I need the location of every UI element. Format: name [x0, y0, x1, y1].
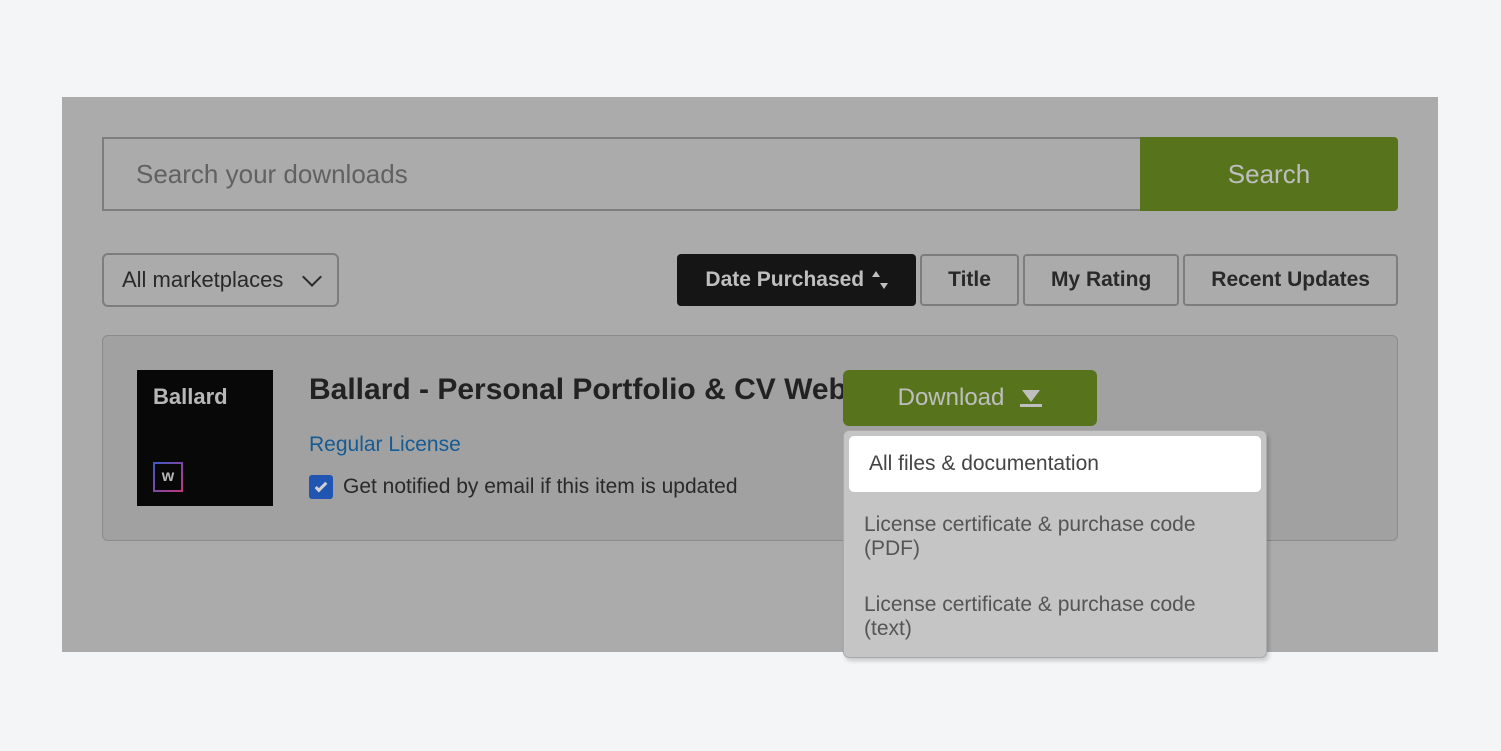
download-option-license-text[interactable]: License certificate & purchase code (tex… — [844, 577, 1266, 657]
item-thumbnail[interactable]: Ballard w — [137, 370, 273, 506]
search-button[interactable]: Search — [1140, 137, 1398, 211]
sort-my-rating-button[interactable]: My Rating — [1023, 254, 1179, 306]
webflow-icon: w — [153, 462, 183, 492]
download-button[interactable]: Download — [843, 370, 1097, 426]
marketplace-select[interactable]: All marketplaces — [102, 253, 339, 307]
sort-title-button[interactable]: Title — [920, 254, 1019, 306]
sort-date-purchased-button[interactable]: Date Purchased — [677, 254, 916, 306]
download-item-card: Ballard w Ballard - Personal Portfolio &… — [102, 335, 1398, 541]
license-link[interactable]: Regular License — [309, 433, 461, 457]
download-icon — [1020, 390, 1042, 407]
notify-label: Get notified by email if this item is up… — [343, 475, 738, 499]
download-dropdown-menu: All files & documentation License certif… — [843, 430, 1267, 658]
sort-icon — [872, 271, 888, 289]
download-area: Download All files & documentation Licen… — [843, 370, 1097, 426]
checkmark-icon — [315, 479, 328, 492]
download-option-license-pdf[interactable]: License certificate & purchase code (PDF… — [844, 497, 1266, 577]
chevron-down-icon — [302, 267, 322, 287]
notify-checkbox[interactable] — [309, 475, 333, 499]
marketplace-select-label: All marketplaces — [122, 267, 283, 293]
download-button-label: Download — [898, 384, 1005, 412]
downloads-panel: Search All marketplaces Date Purchased T… — [62, 97, 1438, 652]
filter-row: All marketplaces Date Purchased Title My… — [102, 253, 1398, 307]
thumbnail-title: Ballard — [153, 384, 257, 410]
sort-recent-updates-button[interactable]: Recent Updates — [1183, 254, 1398, 306]
download-option-all-files[interactable]: All files & documentation — [849, 436, 1261, 492]
search-input[interactable] — [102, 137, 1140, 211]
search-row: Search — [102, 137, 1398, 211]
sort-label: Date Purchased — [705, 268, 864, 292]
sort-buttons: Date Purchased Title My Rating Recent Up… — [677, 254, 1398, 306]
item-title: Ballard - Personal Portfolio & CV Webflo… — [309, 370, 1363, 409]
